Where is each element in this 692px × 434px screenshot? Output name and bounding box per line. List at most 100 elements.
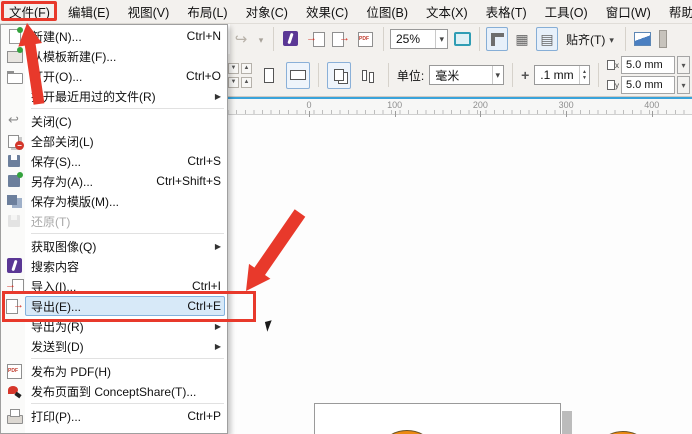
save-icon bbox=[5, 153, 25, 169]
show-rulers-icon bbox=[491, 33, 504, 46]
menu-item-publish-to-pdf[interactable]: 发布为 PDF(H) bbox=[1, 361, 227, 381]
zoom-level-value: 25% bbox=[396, 32, 420, 46]
menubar-item-table[interactable]: 表格(T) bbox=[477, 0, 536, 23]
full-screen-preview-button[interactable] bbox=[451, 27, 473, 51]
menu-item-open[interactable]: 打开(O)... Ctrl+O bbox=[1, 66, 227, 86]
menu-item-label: 发布为 PDF(H) bbox=[31, 363, 221, 380]
duplicate-distance-y-input[interactable]: 5.0 mm bbox=[621, 76, 675, 94]
menu-item-import[interactable]: 导入(I)...Ctrl+I bbox=[1, 276, 227, 296]
portrait-button[interactable] bbox=[257, 62, 281, 89]
chevron-down-icon bbox=[609, 32, 614, 46]
menu-item-label: 发布页面到 ConceptShare(T)... bbox=[31, 383, 221, 400]
revert-icon bbox=[5, 213, 25, 229]
nudge-distance-input[interactable]: .1 mm ▲▼ bbox=[534, 65, 590, 85]
print-icon bbox=[5, 408, 25, 424]
zoom-level-select[interactable]: 25% ▾ bbox=[390, 29, 448, 49]
options-icon bbox=[634, 32, 651, 46]
units-label: 单位: bbox=[397, 67, 424, 84]
menubar-item-effects[interactable]: 效果(C) bbox=[297, 0, 357, 23]
menubar-item-help[interactable]: 帮助(H) bbox=[660, 0, 692, 23]
menu-shortcut: Ctrl+I bbox=[192, 279, 221, 293]
menu-item-label: 还原(T) bbox=[31, 213, 221, 230]
units-value: 毫米 bbox=[435, 67, 459, 84]
chevron-down-icon: ▾ bbox=[492, 66, 504, 84]
menubar-item-file[interactable]: 文件(F) bbox=[0, 0, 59, 23]
menu-item-label: 全部关闭(L) bbox=[31, 133, 221, 150]
chevron-down-icon[interactable]: ▾ bbox=[677, 56, 690, 74]
menu-item-search-content[interactable]: 搜索内容 bbox=[1, 256, 227, 276]
all-pages-button[interactable] bbox=[327, 62, 351, 89]
menu-item-export-for[interactable]: 导出为(R)▶ bbox=[1, 316, 227, 336]
menubar-item-layout[interactable]: 布局(L) bbox=[178, 0, 236, 23]
menubar-item-text[interactable]: 文本(X) bbox=[417, 0, 477, 23]
duplicate-distance-x-row: x 5.0 mm ▾ bbox=[607, 56, 690, 74]
export-button[interactable] bbox=[330, 27, 352, 51]
spin-up-icon[interactable] bbox=[241, 63, 252, 74]
clipped-toolbar-icon bbox=[659, 30, 667, 48]
options-button[interactable] bbox=[632, 27, 654, 51]
menubar-item-tools[interactable]: 工具(O) bbox=[536, 0, 597, 23]
menu-item-save-as-template[interactable]: 保存为模版(M)... bbox=[1, 191, 227, 211]
menu-item-export[interactable]: 导出(E)...Ctrl+E bbox=[1, 296, 227, 316]
menu-shortcut: Ctrl+O bbox=[186, 69, 221, 83]
menu-item-save[interactable]: 保存(S)...Ctrl+S bbox=[1, 151, 227, 171]
landscape-button[interactable] bbox=[286, 62, 310, 89]
menu-item-send-to[interactable]: 发送到(D)▶ bbox=[1, 336, 227, 356]
menubar-item-view[interactable]: 视图(V) bbox=[119, 0, 179, 23]
snap-to-dropdown[interactable]: 贴齐(T) bbox=[561, 27, 619, 51]
page[interactable] bbox=[314, 403, 561, 434]
toolbar-separator bbox=[318, 63, 319, 87]
spin-down-icon[interactable] bbox=[228, 77, 239, 88]
redo-button[interactable] bbox=[230, 27, 252, 51]
menu-item-acquire-image[interactable]: 获取图像(Q)▶ bbox=[1, 236, 227, 256]
current-page-icon bbox=[362, 70, 367, 81]
app-launcher-button[interactable] bbox=[280, 27, 302, 51]
submenu-arrow-icon: ▶ bbox=[215, 322, 221, 331]
nudge-spinner[interactable]: ▲▼ bbox=[579, 66, 589, 84]
menu-shortcut: Ctrl+P bbox=[187, 409, 221, 423]
submenu-arrow-icon: ▶ bbox=[215, 342, 221, 351]
menu-item-label: 导出(E)... bbox=[31, 298, 179, 315]
no-icon bbox=[5, 88, 25, 104]
import-button[interactable] bbox=[305, 27, 327, 51]
toolbar-separator bbox=[598, 63, 599, 87]
current-page-button[interactable] bbox=[356, 62, 380, 89]
all-pages-icon bbox=[334, 69, 344, 81]
menu-item-publish-to-conceptshare[interactable]: 发布页面到 ConceptShare(T)... bbox=[1, 381, 227, 401]
submenu-arrow-icon: ▶ bbox=[215, 92, 221, 101]
duplicate-distance-x-input[interactable]: 5.0 mm bbox=[621, 56, 675, 74]
spin-up-icon[interactable] bbox=[241, 77, 252, 88]
redo-dropdown[interactable] bbox=[255, 27, 267, 51]
concept-icon bbox=[5, 383, 25, 399]
show-rulers-button[interactable] bbox=[486, 27, 508, 51]
publish-pdf-button[interactable] bbox=[355, 27, 377, 51]
open-icon bbox=[5, 68, 25, 84]
spin-down-icon[interactable] bbox=[228, 63, 239, 74]
show-grid-button[interactable] bbox=[511, 27, 533, 51]
menubar-item-bitmaps[interactable]: 位图(B) bbox=[357, 0, 417, 23]
show-guidelines-button[interactable] bbox=[536, 27, 558, 51]
menu-item-close[interactable]: 关闭(C) bbox=[1, 111, 227, 131]
menu-item-save-as[interactable]: 另存为(A)...Ctrl+Shift+S bbox=[1, 171, 227, 191]
page-size-spinners[interactable] bbox=[228, 63, 252, 88]
menubar-item-edit[interactable]: 编辑(E) bbox=[59, 0, 119, 23]
menu-item-label: 打印(P)... bbox=[31, 408, 179, 425]
menu-item-label: 获取图像(Q) bbox=[31, 238, 207, 255]
menu-item-print[interactable]: 打印(P)... Ctrl+P bbox=[1, 406, 227, 426]
menu-item-label: 打开(O)... bbox=[31, 68, 178, 85]
menubar-item-object[interactable]: 对象(C) bbox=[237, 0, 297, 23]
menubar-item-window[interactable]: 窗口(W) bbox=[597, 0, 660, 23]
nudge-distance-icon bbox=[521, 67, 529, 83]
menu-item-new[interactable]: 新建(N)...Ctrl+N bbox=[1, 26, 227, 46]
menu-item-open-recent[interactable]: 打开最近用过的文件(R)▶ bbox=[1, 86, 227, 106]
menu-item-new-from-template[interactable]: 从模板新建(F)... bbox=[1, 46, 227, 66]
save-as-icon bbox=[5, 173, 25, 189]
menu-item-label: 搜索内容 bbox=[31, 258, 221, 275]
menu-item-label: 保存(S)... bbox=[31, 153, 179, 170]
units-select[interactable]: 毫米 ▾ bbox=[429, 65, 504, 85]
menu-item-close-all[interactable]: 全部关闭(L) bbox=[1, 131, 227, 151]
duplicate-distance-y-row: y 5.0 mm ▾ bbox=[607, 76, 690, 94]
chevron-down-icon[interactable]: ▾ bbox=[677, 76, 690, 94]
menu-shortcut: Ctrl+N bbox=[187, 29, 221, 43]
coreldraw-window: 文件(F)编辑(E)视图(V)布局(L)对象(C)效果(C)位图(B)文本(X)… bbox=[0, 0, 692, 434]
